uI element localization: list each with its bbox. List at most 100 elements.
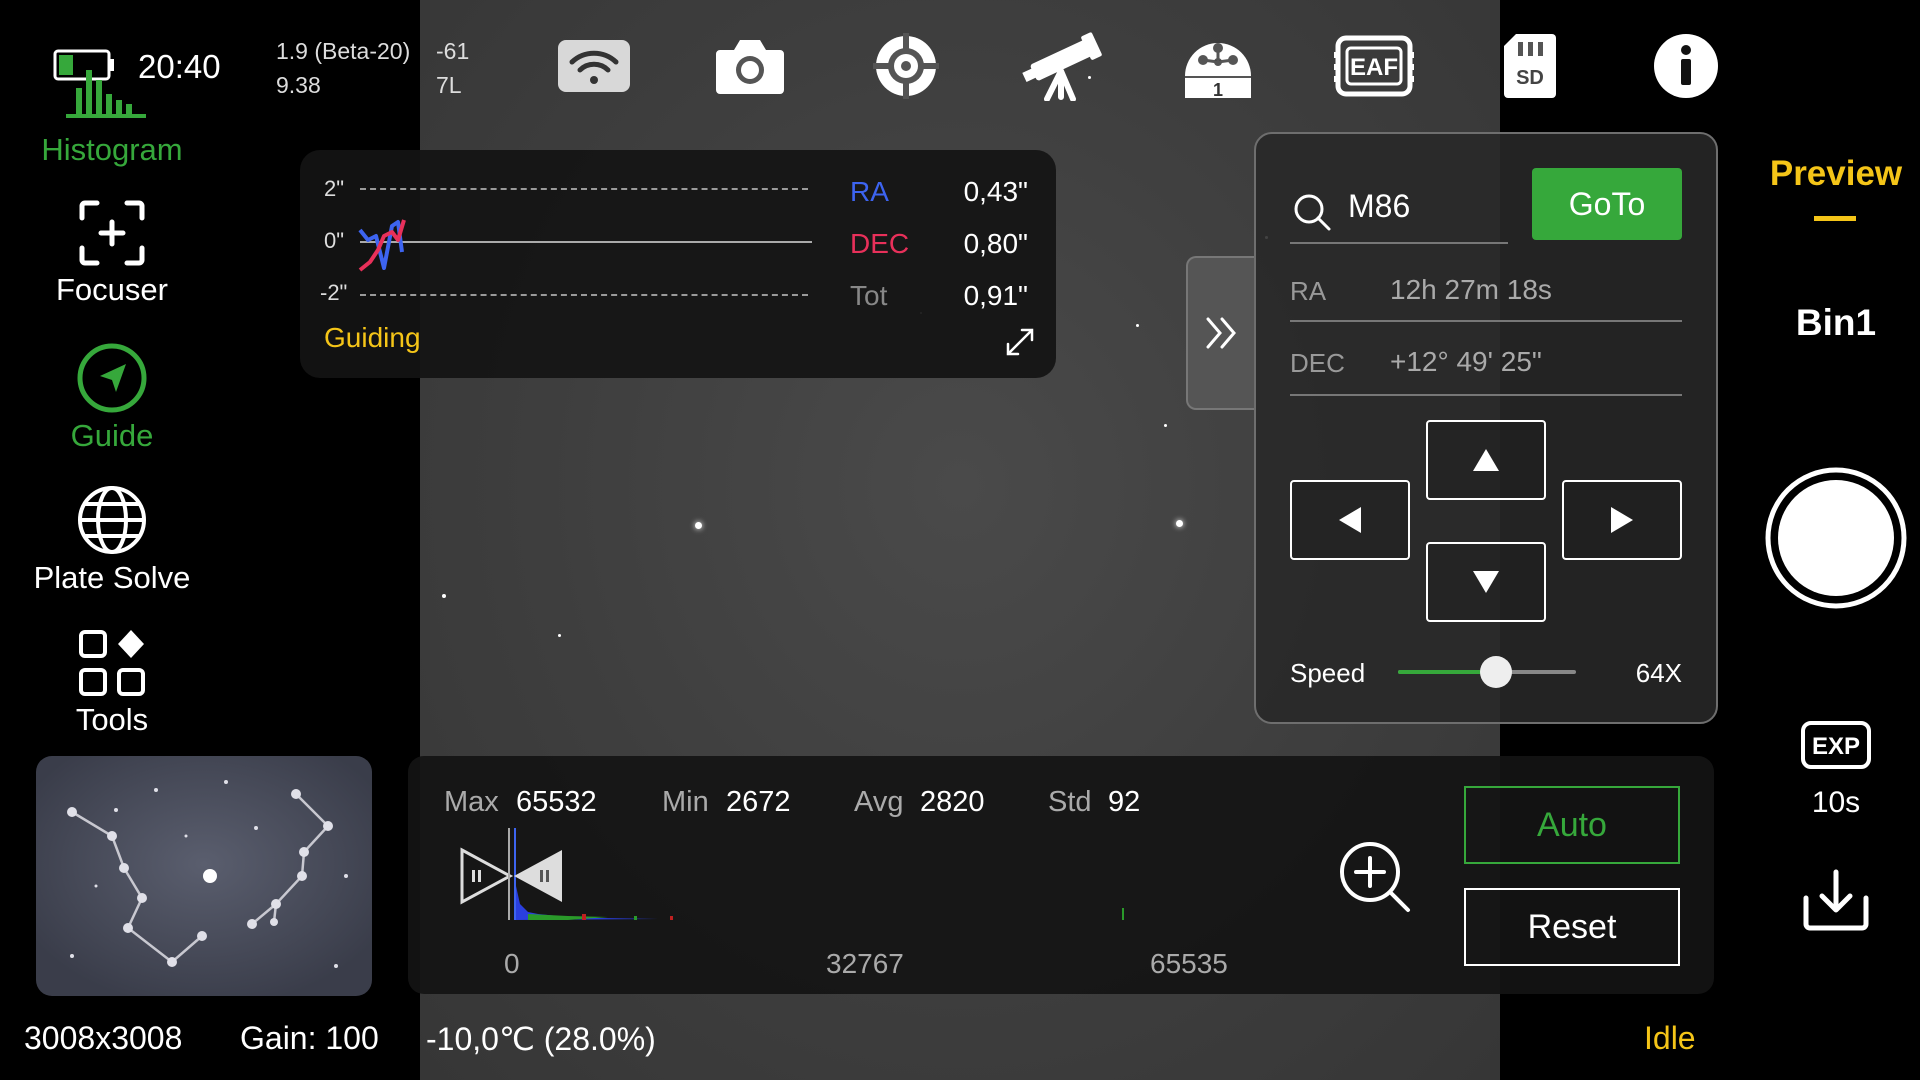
globe-icon [78, 486, 146, 554]
double-chevron-right-icon [1206, 317, 1236, 349]
nav-histogram[interactable]: Histogram [0, 132, 224, 168]
histo-max-value: 65532 [516, 786, 597, 818]
telescope-button[interactable] [1020, 28, 1104, 104]
sd-card-icon: SD [1504, 34, 1556, 98]
telescope-icon [1022, 32, 1102, 101]
collapse-panel-button[interactable] [1186, 256, 1256, 410]
search-icon [1294, 194, 1331, 231]
app-version-sub: 9.38 [276, 72, 321, 98]
eaf-button[interactable]: EAF [1332, 28, 1416, 104]
guide-tot-label: Tot [850, 280, 888, 311]
guide-grid-top [360, 188, 808, 190]
dec-divider [1290, 394, 1682, 396]
black-point-handle[interactable] [460, 847, 514, 905]
goto-dec-value: +12° 49' 25" [1390, 346, 1542, 377]
mount-button[interactable] [864, 28, 948, 104]
nav-guide[interactable]: Guide [0, 342, 224, 454]
wifi-icon [558, 40, 630, 92]
auto-stretch-button[interactable]: Auto [1464, 786, 1680, 864]
histo-std-label: Std [1048, 786, 1092, 818]
goto-panel: M86 GoTo RA 12h 27m 18s DEC +12° 49' 25"… [1254, 132, 1718, 724]
guide-zero-line [360, 241, 812, 243]
nav-focuser[interactable]: Focuser [0, 198, 224, 308]
histo-max-label: Max [444, 786, 499, 818]
wifi-button[interactable] [552, 28, 636, 104]
guide-dec-label: DEC [850, 228, 910, 259]
search-underline [1290, 242, 1508, 244]
move-north-button[interactable] [1426, 420, 1546, 500]
move-west-button[interactable] [1290, 480, 1410, 560]
histogram-panel: Max 65532 Min 2672 Avg 2820 Std 92 0 327… [408, 756, 1714, 994]
speed-slider-knob[interactable] [1479, 656, 1512, 688]
guide-tot-value: 0,91" [963, 280, 1028, 311]
goto-ra-value: 12h 27m 18s [1390, 274, 1552, 305]
speed-label: Speed [1290, 658, 1366, 688]
nav-guide-label: Guide [70, 418, 154, 453]
nav-tools[interactable]: Tools [0, 628, 224, 738]
target-search-input[interactable]: M86 [1348, 188, 1410, 225]
nav-tools-label: Tools [75, 702, 149, 737]
preview-mode-tab[interactable]: Preview [1752, 154, 1920, 194]
binning-selector[interactable]: Bin1 [1752, 302, 1920, 344]
camera-button[interactable] [708, 28, 792, 104]
histo-avg-value: 2820 [920, 786, 985, 818]
nav-focuser-label: Focuser [56, 272, 168, 307]
exposure-value[interactable]: 10s [1752, 786, 1920, 820]
guiding-title: Guiding [324, 322, 421, 353]
download-icon[interactable] [1802, 868, 1870, 932]
filter-slot-number: 1 [1213, 80, 1223, 100]
right-sidebar: Preview Bin1 EXP 10s [1752, 0, 1920, 1080]
nav-plate-solve[interactable]: Plate Solve [0, 484, 224, 596]
guide-axis-top: 2" [324, 176, 345, 201]
speed-slider[interactable] [1398, 656, 1576, 688]
move-east-button[interactable] [1562, 480, 1682, 560]
shutter-button[interactable] [1764, 466, 1908, 610]
histo-axis-mid: 32767 [826, 948, 904, 979]
guide-graph [358, 219, 406, 272]
app-version: 1.9 (Beta-20) [276, 38, 411, 64]
expand-icon[interactable] [1004, 326, 1036, 358]
resolution-info: 3008x3008 [24, 1020, 183, 1056]
sky-map-thumbnail[interactable] [36, 756, 372, 996]
info-icon [1654, 34, 1718, 98]
guide-grid-bot [360, 294, 808, 296]
exp-icon-label: EXP [1812, 733, 1860, 760]
triangle-right-icon [1611, 507, 1633, 533]
reset-stretch-button[interactable]: Reset [1464, 888, 1680, 966]
sd-label: SD [1516, 67, 1544, 89]
filter-wheel-button[interactable]: 1 [1176, 28, 1260, 104]
preview-underline [1814, 216, 1856, 221]
white-point-handle[interactable] [514, 850, 562, 902]
nav-plate-solve-label: Plate Solve [33, 560, 191, 595]
filter-wheel-icon: 1 [1185, 43, 1251, 100]
battery-histogram-icon [53, 49, 146, 118]
exposure-icon[interactable]: EXP [1800, 720, 1872, 770]
signal-sub: 7L [436, 72, 462, 98]
camera-icon [716, 40, 784, 94]
focuser-icon [79, 200, 145, 266]
info-button[interactable] [1644, 28, 1728, 104]
guide-compass-icon [77, 343, 147, 413]
nav-histogram-label: Histogram [41, 132, 183, 167]
histo-min-value: 2672 [726, 786, 791, 818]
histo-min-label: Min [662, 786, 709, 818]
guiding-panel[interactable]: 2" 0" -2" Guiding RA DEC Tot 0,43" 0,80"… [300, 150, 1056, 378]
triangle-up-icon [1473, 449, 1499, 471]
histo-axis-max: 65535 [1150, 948, 1228, 979]
signal-strength: -61 [436, 38, 470, 64]
eaf-icon: EAF [1334, 35, 1414, 97]
sd-card-button[interactable]: SD [1488, 28, 1572, 104]
goto-button[interactable]: GoTo [1532, 168, 1682, 240]
guide-dec-value: 0,80" [963, 228, 1028, 259]
zoom-in-icon[interactable] [1338, 840, 1412, 914]
crosshair-icon [873, 33, 939, 99]
capture-state: Idle [1644, 1020, 1696, 1056]
histogram-graph [460, 828, 1124, 920]
speed-value: 64X [1635, 658, 1682, 688]
goto-ra-label: RA [1290, 276, 1327, 306]
move-south-button[interactable] [1426, 542, 1546, 622]
guide-ra-label: RA [850, 176, 889, 207]
tools-grid-icon [79, 630, 145, 696]
histo-avg-label: Avg [854, 786, 904, 818]
goto-dec-label: DEC [1290, 348, 1345, 378]
